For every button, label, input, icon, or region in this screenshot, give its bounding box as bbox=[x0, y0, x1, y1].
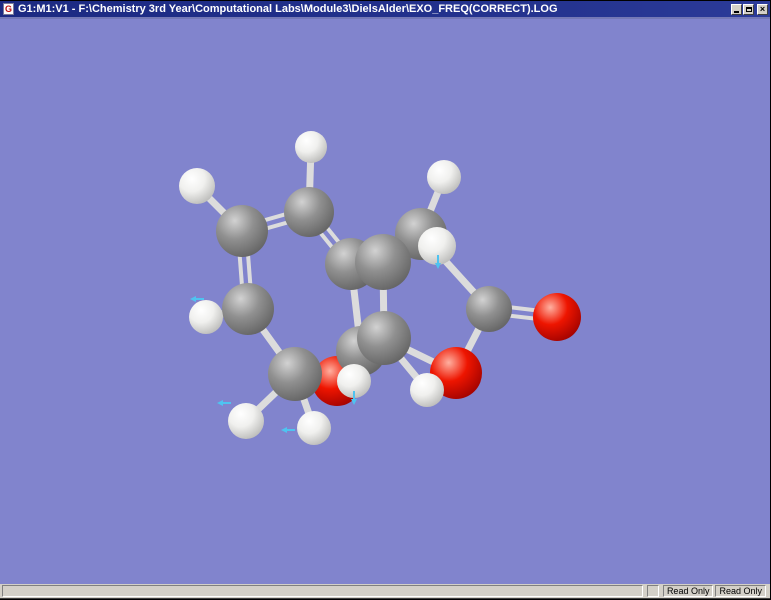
oxygen-atom[interactable] bbox=[533, 293, 581, 341]
carbon-atom[interactable] bbox=[222, 283, 274, 335]
read-only-badge-2: Read Only bbox=[715, 585, 766, 597]
minimize-icon bbox=[734, 10, 739, 13]
read-only-badge-1: Read Only bbox=[662, 585, 714, 597]
displacement-vector-icon bbox=[217, 400, 231, 406]
carbon-atom[interactable] bbox=[466, 286, 512, 332]
carbon-atom[interactable] bbox=[268, 347, 322, 401]
status-message-panel bbox=[2, 585, 643, 597]
hydrogen-atom[interactable] bbox=[410, 373, 444, 407]
hydrogen-atom[interactable] bbox=[297, 411, 331, 445]
displacement-vector-icon bbox=[281, 427, 295, 433]
status-sliver-panel bbox=[646, 585, 659, 597]
hydrogen-atom[interactable] bbox=[427, 160, 461, 194]
carbon-atom[interactable] bbox=[355, 234, 411, 290]
hydrogen-atom[interactable] bbox=[295, 131, 327, 163]
minimize-button[interactable] bbox=[731, 3, 742, 15]
molecule-viewport[interactable] bbox=[0, 19, 770, 584]
window-title: G1:M1:V1 - F:\Chemistry 3rd Year\Computa… bbox=[18, 3, 558, 15]
carbon-atom[interactable] bbox=[357, 311, 411, 365]
hydrogen-atom[interactable] bbox=[179, 168, 215, 204]
close-button[interactable]: × bbox=[757, 3, 768, 15]
hydrogen-atom[interactable] bbox=[228, 403, 264, 439]
restore-button[interactable] bbox=[743, 3, 754, 15]
window-controls: × bbox=[731, 3, 768, 15]
hydrogen-atom[interactable] bbox=[189, 300, 223, 334]
title-bar[interactable]: G G1:M1:V1 - F:\Chemistry 3rd Year\Compu… bbox=[0, 1, 770, 17]
restore-icon bbox=[745, 6, 752, 12]
carbon-atom[interactable] bbox=[284, 187, 334, 237]
app-icon: G bbox=[3, 3, 14, 15]
application-window: G G1:M1:V1 - F:\Chemistry 3rd Year\Compu… bbox=[0, 0, 771, 600]
status-bar: Read Only Read Only bbox=[0, 584, 770, 599]
close-icon: × bbox=[759, 3, 766, 14]
molecule-render[interactable] bbox=[0, 19, 770, 584]
carbon-atom[interactable] bbox=[216, 205, 268, 257]
